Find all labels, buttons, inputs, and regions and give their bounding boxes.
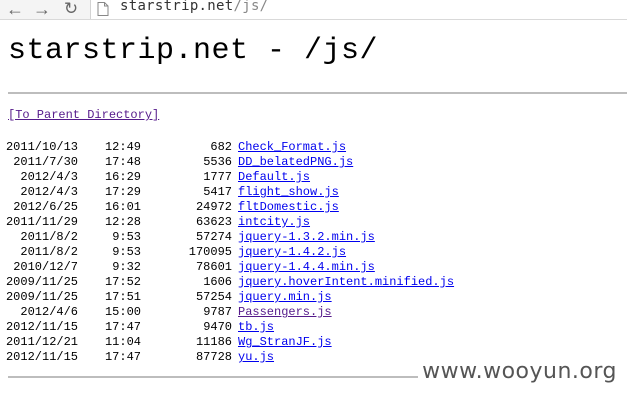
file-time: 17:47	[104, 350, 141, 364]
listing-row: 2011/11/29 12:28 63623 intcity.js	[0, 215, 627, 230]
file-date: 2010/12/7	[13, 260, 78, 274]
file-date: 2011/8/2	[20, 230, 78, 244]
file-link[interactable]: tb.js	[238, 320, 274, 335]
file-time: 17:52	[104, 275, 141, 289]
file-time: 12:28	[104, 215, 141, 229]
file-date: 2009/11/25	[5, 290, 78, 304]
file-size: 24972	[195, 200, 232, 214]
file-link[interactable]: Wg_StranJF.js	[238, 335, 332, 350]
browser-toolbar: ← → ↻ starstrip.net/js/	[0, 0, 627, 20]
file-link[interactable]: Passengers.js	[238, 305, 332, 320]
file-date: 2011/12/21	[5, 335, 78, 349]
file-time: 17:29	[104, 185, 141, 199]
file-date: 2012/6/25	[13, 200, 78, 214]
back-arrow-icon[interactable]: ←	[5, 0, 25, 18]
listing-row: 2011/10/13 12:49 682 Check_Format.js	[0, 140, 627, 155]
file-time: 15:00	[104, 305, 141, 319]
file-date: 2009/11/25	[5, 275, 78, 289]
forward-arrow-icon[interactable]: →	[32, 0, 52, 18]
file-link[interactable]: DD_belatedPNG.js	[238, 155, 353, 170]
file-date: 2011/10/13	[5, 140, 78, 154]
file-date: 2011/11/29	[5, 215, 78, 229]
file-link[interactable]: flight_show.js	[238, 185, 339, 200]
url-path: /js/	[233, 0, 269, 14]
file-size: 57254	[195, 290, 232, 304]
file-date: 2012/11/15	[5, 320, 78, 334]
file-date: 2012/11/15	[5, 350, 78, 364]
listing-row: 2011/8/2 9:53 57274 jquery-1.3.2.min.js	[0, 230, 627, 245]
file-link[interactable]: Check_Format.js	[238, 140, 346, 155]
listing-row: 2012/4/3 17:29 5417 flight_show.js	[0, 185, 627, 200]
listing-row: 2011/7/30 17:48 5536 DD_belatedPNG.js	[0, 155, 627, 170]
file-size: 78601	[195, 260, 232, 274]
file-date: 2011/7/30	[13, 155, 78, 169]
file-size: 1777	[203, 170, 232, 184]
file-time: 17:48	[104, 155, 141, 169]
file-time: 9:32	[112, 260, 141, 274]
file-size: 11186	[195, 335, 232, 349]
parent-directory-link[interactable]: [To Parent Directory]	[8, 108, 159, 122]
page-title: starstrip.net - /js/	[8, 34, 379, 68]
bottom-divider	[8, 376, 418, 378]
listing-row: 2012/11/15 17:47 9470 tb.js	[0, 320, 627, 335]
file-link[interactable]: jquery.min.js	[238, 290, 332, 305]
file-time: 12:49	[104, 140, 141, 154]
listing-row: 2009/11/25 17:52 1606 jquery.hoverIntent.mi…	[0, 275, 627, 290]
file-listing: 2011/10/13 12:49 682 Check_Format.js 2011/7/…	[0, 140, 627, 365]
top-divider	[8, 92, 627, 94]
file-link[interactable]: jquery.hoverIntent.minified.js	[238, 275, 454, 290]
file-size: 5536	[203, 155, 232, 169]
file-size: 5417	[203, 185, 232, 199]
listing-row: 2010/12/7 9:32 78601 jquery-1.4.4.min.js	[0, 260, 627, 275]
listing-row: 2012/6/25 16:01 24972 fltDomestic.js	[0, 200, 627, 215]
listing-row: 2011/8/2 9:53 170095 jquery-1.4.2.js	[0, 245, 627, 260]
file-size: 682	[210, 140, 232, 154]
file-date: 2012/4/3	[20, 170, 78, 184]
file-time: 11:04	[104, 335, 141, 349]
file-link[interactable]: jquery-1.4.4.min.js	[238, 260, 375, 275]
file-link[interactable]: intcity.js	[238, 215, 310, 230]
file-time: 16:29	[104, 170, 141, 184]
file-time: 9:53	[112, 230, 141, 244]
file-link[interactable]: yu.js	[238, 350, 274, 365]
address-bar[interactable]: starstrip.net/js/	[90, 0, 627, 19]
listing-row: 2012/4/3 16:29 1777 Default.js	[0, 170, 627, 185]
url-text[interactable]: starstrip.net/js/	[120, 0, 268, 14]
file-size: 57274	[195, 230, 232, 244]
watermark: www.wooyun.org	[422, 359, 617, 384]
file-link[interactable]: jquery-1.4.2.js	[238, 245, 346, 260]
file-link[interactable]: jquery-1.3.2.min.js	[238, 230, 375, 245]
file-size: 63623	[195, 215, 232, 229]
file-time: 16:01	[104, 200, 141, 214]
reload-icon[interactable]: ↻	[61, 0, 81, 18]
file-size: 87728	[195, 350, 232, 364]
listing-row: 2012/4/6 15:00 9787 Passengers.js	[0, 305, 627, 320]
listing-row: 2011/12/21 11:04 11186 Wg_StranJF.js	[0, 335, 627, 350]
page-icon	[97, 2, 109, 16]
listing-row: 2009/11/25 17:51 57254 jquery.min.js	[0, 290, 627, 305]
file-date: 2012/4/3	[20, 185, 78, 199]
file-date: 2011/8/2	[20, 245, 78, 259]
file-time: 17:47	[104, 320, 141, 334]
file-time: 17:51	[104, 290, 141, 304]
file-size: 170095	[188, 245, 232, 259]
file-size: 1606	[203, 275, 232, 289]
file-link[interactable]: Default.js	[238, 170, 310, 185]
file-link[interactable]: fltDomestic.js	[238, 200, 339, 215]
file-size: 9470	[203, 320, 232, 334]
file-time: 9:53	[112, 245, 141, 259]
file-date: 2012/4/6	[20, 305, 78, 319]
url-host: starstrip.net	[120, 0, 234, 14]
file-size: 9787	[203, 305, 232, 319]
